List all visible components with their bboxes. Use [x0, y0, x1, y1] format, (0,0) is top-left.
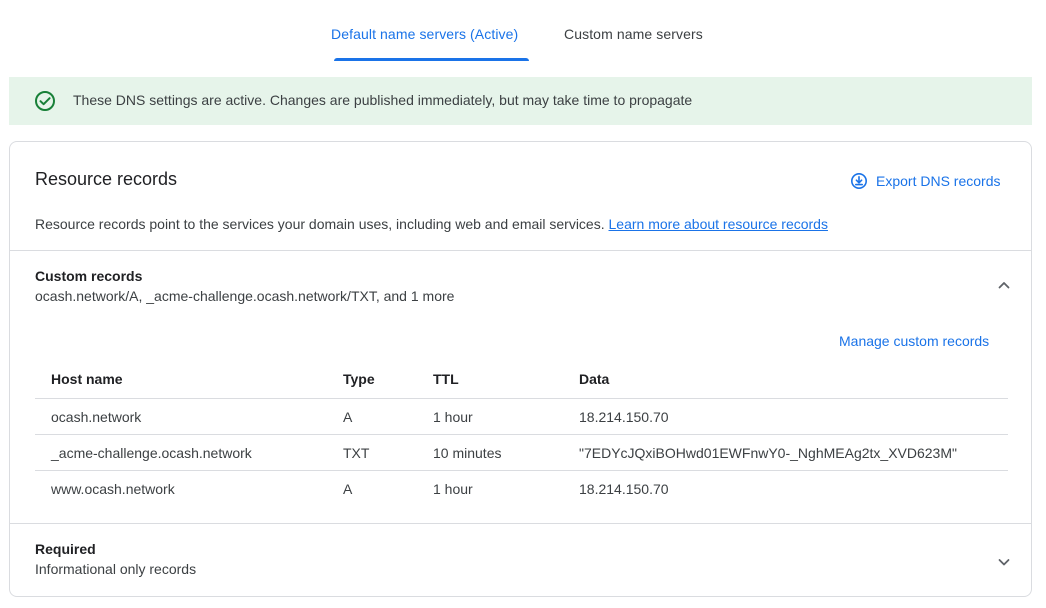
type-cell: A [343, 409, 353, 425]
data-cell: 18.214.150.70 [579, 409, 669, 425]
name-server-tabs: Default name servers (Active) Custom nam… [0, 0, 1046, 62]
custom-records-summary: ocash.network/A, _acme-challenge.ocash.n… [35, 288, 455, 304]
manage-custom-records-link[interactable]: Manage custom records [839, 333, 989, 349]
column-header-host-name: Host name [51, 371, 123, 387]
table-row: _acme-challenge.ocash.network TXT 10 min… [35, 435, 1008, 471]
table-row: www.ocash.network A 1 hour 18.214.150.70 [35, 471, 1008, 507]
download-circle-icon [850, 172, 876, 190]
data-cell: "7EDYcJQxiBOHwd01EWFnwY0-_NghMEAg2tx_XVD… [579, 445, 957, 461]
chevron-up-icon[interactable] [994, 275, 1014, 295]
data-cell: 18.214.150.70 [579, 481, 669, 497]
learn-more-link[interactable]: Learn more about resource records [609, 216, 828, 232]
host-name-cell: ocash.network [51, 409, 142, 425]
chevron-down-icon[interactable] [994, 552, 1014, 572]
column-header-type: Type [343, 371, 375, 387]
export-dns-records-button[interactable]: Export DNS records [850, 169, 1000, 193]
custom-records-table: Host name Type TTL Data ocash.network A … [35, 360, 1008, 507]
type-cell: A [343, 481, 353, 497]
column-header-data: Data [579, 371, 610, 387]
resource-records-card: Resource records Export DNS records Reso… [9, 141, 1032, 597]
host-name-cell: _acme-challenge.ocash.network [51, 445, 252, 461]
description-text: Resource records point to the services y… [35, 216, 605, 232]
export-dns-records-label: Export DNS records [876, 173, 1001, 189]
required-records-summary: Informational only records [35, 561, 197, 577]
tab-custom-name-servers[interactable]: Custom name servers [564, 26, 703, 42]
ttl-cell: 1 hour [433, 409, 473, 425]
ttl-cell: 10 minutes [433, 445, 502, 461]
section-divider [10, 523, 1031, 524]
check-circle-icon [34, 90, 56, 112]
host-name-cell: www.ocash.network [51, 481, 175, 497]
column-header-ttl: TTL [433, 371, 459, 387]
ttl-cell: 1 hour [433, 481, 473, 497]
required-records-title: Required [35, 541, 96, 557]
type-cell: TXT [343, 445, 370, 461]
table-row: ocash.network A 1 hour 18.214.150.70 [35, 399, 1008, 435]
table-header-row: Host name Type TTL Data [35, 360, 1008, 399]
dns-active-banner: These DNS settings are active. Changes a… [9, 77, 1032, 125]
banner-message: These DNS settings are active. Changes a… [73, 92, 693, 108]
section-divider [10, 250, 1031, 251]
custom-records-title: Custom records [35, 268, 143, 284]
resource-records-description: Resource records point to the services y… [35, 216, 828, 232]
tab-default-name-servers[interactable]: Default name servers (Active) [331, 26, 518, 42]
active-tab-indicator [334, 58, 529, 61]
resource-records-title: Resource records [35, 169, 178, 189]
